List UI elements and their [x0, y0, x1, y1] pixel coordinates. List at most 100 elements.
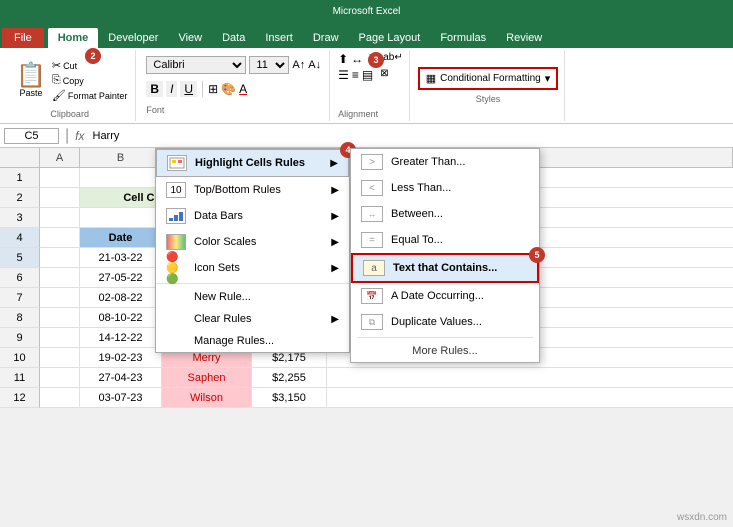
cell-a4[interactable]	[40, 228, 80, 247]
align-middle-icon[interactable]: ↔	[351, 52, 363, 66]
less-than-label: Less Than...	[391, 182, 451, 194]
col-header-a[interactable]: A	[40, 148, 80, 167]
underline-button[interactable]: U	[180, 81, 197, 97]
tab-file[interactable]: File	[2, 28, 44, 48]
cell-b12[interactable]: 03-07-23	[80, 388, 162, 407]
conditional-formatting-button[interactable]: ▦ Conditional Formatting ▾	[418, 67, 559, 90]
formula-input[interactable]	[89, 130, 730, 142]
cf-menu-item-databars[interactable]: Data Bars ▶	[156, 203, 349, 229]
font-name-select[interactable]: Calibri	[146, 56, 246, 74]
font-color-icon[interactable]: A	[239, 82, 247, 96]
row-num-9[interactable]: 9	[0, 328, 40, 348]
tab-insert[interactable]: Insert	[255, 28, 303, 48]
cf-menu-item-managerules[interactable]: Manage Rules...	[156, 330, 349, 352]
row-num-5[interactable]: 5	[0, 248, 40, 268]
cell-c12-wilson[interactable]: Wilson	[162, 388, 252, 407]
row-num-10[interactable]: 10	[0, 348, 40, 368]
cell-a1[interactable]	[40, 168, 80, 187]
cell-b4-date[interactable]: Date	[80, 228, 162, 247]
cf-menu-item-topbottom[interactable]: 10 Top/Bottom Rules ▶	[156, 177, 349, 203]
cell-d11[interactable]: $2,255	[252, 368, 327, 387]
row-num-11[interactable]: 11	[0, 368, 40, 388]
submenu-item-equal[interactable]: = Equal To...	[351, 227, 539, 253]
cell-rest-12	[327, 388, 733, 407]
cell-c11-saphen[interactable]: Saphen	[162, 368, 252, 387]
submenu-item-less[interactable]: < Less Than...	[351, 175, 539, 201]
cell-a11[interactable]	[40, 368, 80, 387]
tab-review[interactable]: Review	[496, 28, 552, 48]
cf-menu-item-iconsets[interactable]: 🔴🟡🟢 Icon Sets ▶	[156, 255, 349, 281]
cell-a6[interactable]	[40, 268, 80, 287]
border-icon[interactable]: ⊞	[208, 82, 218, 96]
cell-b8[interactable]: 08-10-22	[80, 308, 162, 327]
align-center-icon[interactable]: ≡	[352, 68, 359, 82]
highlight-cells-submenu[interactable]: > Greater Than... < Less Than... ↔ Betwe…	[350, 148, 540, 363]
cell-a10[interactable]	[40, 348, 80, 367]
merge-center-icon[interactable]: ⊠	[380, 68, 388, 82]
cf-main-menu[interactable]: Highlight Cells Rules ▶ 4 10 Top/Bottom …	[155, 148, 350, 353]
copy-button[interactable]: ⎘ Copy	[52, 74, 128, 87]
submenu-item-between[interactable]: ↔ Between...	[351, 201, 539, 227]
highlight-cells-label: Highlight Cells Rules	[195, 157, 305, 169]
badge-3: 3	[368, 52, 384, 68]
cell-d12[interactable]: $3,150	[252, 388, 327, 407]
fx-label: fx	[75, 129, 84, 143]
cell-a7[interactable]	[40, 288, 80, 307]
submenu-item-greater[interactable]: > Greater Than...	[351, 149, 539, 175]
cell-a2[interactable]	[40, 188, 80, 207]
row-num-7[interactable]: 7	[0, 288, 40, 308]
cell-b9[interactable]: 14-12-22	[80, 328, 162, 347]
cell-b3[interactable]	[80, 208, 162, 227]
align-left-icon[interactable]: ☰	[338, 68, 349, 82]
align-top-icon[interactable]: ⬆	[338, 52, 348, 66]
cell-b1[interactable]	[80, 168, 162, 187]
submenu-item-text-contains[interactable]: a Text that Contains... 5	[351, 253, 539, 283]
font-decrease-icon[interactable]: A↓	[308, 59, 321, 71]
cell-a9[interactable]	[40, 328, 80, 347]
submenu-item-more[interactable]: More Rules...	[351, 340, 539, 362]
tab-draw[interactable]: Draw	[303, 28, 349, 48]
font-size-select[interactable]: 11	[249, 56, 289, 74]
row-num-3[interactable]: 3	[0, 208, 40, 228]
cell-b5[interactable]: 21-03-22	[80, 248, 162, 267]
cell-a12[interactable]	[40, 388, 80, 407]
paste-button[interactable]: 📋 Paste	[12, 62, 50, 100]
tab-home[interactable]: Home	[48, 28, 99, 48]
tab-page-layout[interactable]: Page Layout	[349, 28, 431, 48]
iconsets-icon: 🔴🟡🟢	[166, 260, 186, 276]
row-num-12[interactable]: 12	[0, 388, 40, 408]
row-num-4[interactable]: 4	[0, 228, 40, 248]
submenu-item-date[interactable]: 📅 A Date Occurring...	[351, 283, 539, 309]
cf-menu-item-highlight[interactable]: Highlight Cells Rules ▶ 4	[156, 149, 349, 177]
align-right-icon[interactable]: ▤	[362, 68, 373, 82]
cell-b10[interactable]: 19-02-23	[80, 348, 162, 367]
cell-b6[interactable]: 27-05-22	[80, 268, 162, 287]
cell-a8[interactable]	[40, 308, 80, 327]
cell-a5[interactable]	[40, 248, 80, 267]
italic-button[interactable]: I	[166, 81, 177, 97]
cell-ref-input[interactable]	[4, 128, 59, 144]
cf-menu-item-newrule[interactable]: New Rule...	[156, 286, 349, 308]
cell-b7[interactable]: 02-08-22	[80, 288, 162, 307]
row-num-6[interactable]: 6	[0, 268, 40, 288]
clearrules-label: Clear Rules	[194, 313, 251, 325]
col-header-b[interactable]: B	[80, 148, 162, 167]
wrap-text-icon[interactable]: ab↵	[383, 52, 403, 66]
equal-to-label: Equal To...	[391, 234, 443, 246]
cell-a3[interactable]	[40, 208, 80, 227]
format-painter-button[interactable]: 🖌 Format Painter	[52, 89, 128, 102]
bold-button[interactable]: B	[146, 81, 163, 97]
fill-color-icon[interactable]: 🎨	[221, 82, 236, 96]
row-num-8[interactable]: 8	[0, 308, 40, 328]
tab-developer[interactable]: Developer	[98, 28, 168, 48]
cell-b11[interactable]: 27-04-23	[80, 368, 162, 387]
tab-data[interactable]: Data	[212, 28, 255, 48]
tab-view[interactable]: View	[168, 28, 212, 48]
submenu-item-duplicate[interactable]: ⧉ Duplicate Values...	[351, 309, 539, 335]
row-num-1[interactable]: 1	[0, 168, 40, 188]
tab-formulas[interactable]: Formulas	[430, 28, 496, 48]
row-num-2[interactable]: 2	[0, 188, 40, 208]
font-increase-icon[interactable]: A↑	[292, 59, 305, 71]
iconsets-label: Icon Sets	[194, 262, 240, 274]
cf-menu-item-clearrules[interactable]: Clear Rules ▶	[156, 308, 349, 330]
